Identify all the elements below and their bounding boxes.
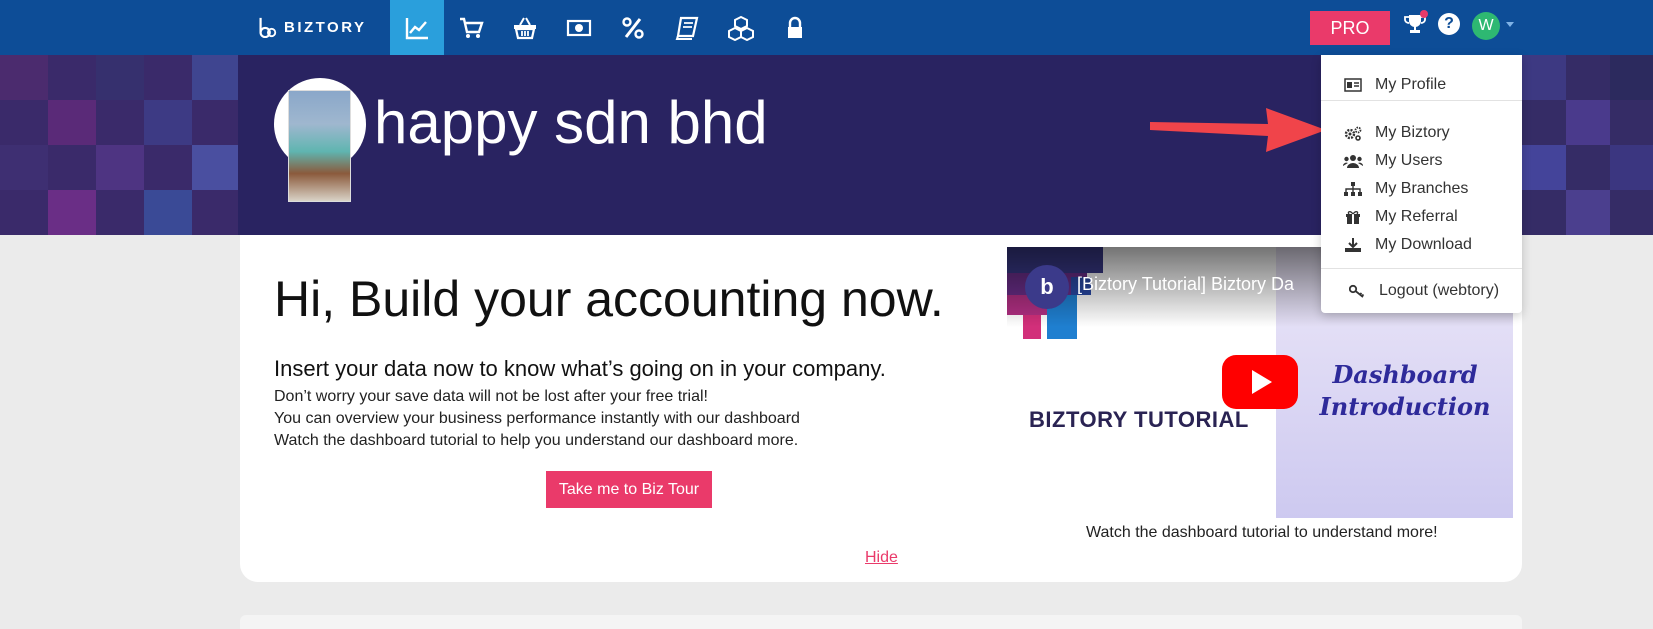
money-icon <box>566 19 592 36</box>
basket-icon <box>514 17 536 39</box>
id-card-icon <box>1343 77 1363 93</box>
welcome-line: You can overview your business performan… <box>274 410 800 427</box>
video-caption: Watch the dashboard tutorial to understa… <box>1086 524 1438 541</box>
nav-tax[interactable] <box>606 0 660 55</box>
cogs-icon <box>1343 125 1363 141</box>
menu-divider <box>1321 268 1522 269</box>
cubes-icon <box>728 15 754 41</box>
main-nav <box>390 0 822 55</box>
sitemap-icon <box>1343 181 1363 197</box>
welcome-headline: Hi, Build your accounting now. <box>274 271 944 327</box>
download-icon <box>1343 237 1363 253</box>
menu-item-label: My Users <box>1375 152 1443 169</box>
nav-banking[interactable] <box>552 0 606 55</box>
menu-item-my-users[interactable]: My Users <box>1321 147 1522 175</box>
nav-accounting[interactable] <box>660 0 714 55</box>
video-script-line: Dashboard <box>1332 360 1478 389</box>
brand-logo[interactable]: BIZTORY <box>256 15 367 39</box>
menu-item-my-biztory[interactable]: My Biztory <box>1321 119 1522 147</box>
video-script-text: Dashboard Introduction <box>1315 359 1495 423</box>
nav-inventory[interactable] <box>714 0 768 55</box>
book-icon <box>675 16 699 40</box>
user-avatar[interactable]: W <box>1472 12 1500 40</box>
banner-pattern-left <box>0 55 240 235</box>
welcome-line: Watch the dashboard tutorial to help you… <box>274 432 799 449</box>
video-script-line: Introduction <box>1319 392 1491 421</box>
nav-dashboard[interactable] <box>390 0 444 55</box>
red-arrow-annotation <box>1150 108 1326 152</box>
menu-item-label: My Branches <box>1375 180 1469 197</box>
biz-tour-button[interactable]: Take me to Biz Tour <box>546 471 712 508</box>
video-brand-text: BIZTORY TUTORIAL <box>1029 407 1249 432</box>
nav-locked[interactable] <box>768 0 822 55</box>
menu-item-logout[interactable]: Logout (webtory) <box>1321 277 1522 305</box>
user-dropdown-menu: My Profile My Biztory My Users My Branch… <box>1321 55 1522 313</box>
lock-icon <box>788 16 802 38</box>
menu-item-my-download[interactable]: My Download <box>1321 231 1522 259</box>
menu-item-label: My Referral <box>1375 208 1458 225</box>
chart-line-icon <box>405 17 428 39</box>
chevron-down-icon[interactable] <box>1506 22 1514 27</box>
menu-divider <box>1321 100 1522 101</box>
welcome-subhead: Insert your data now to know what’s goin… <box>274 356 886 381</box>
channel-logo-icon[interactable]: b <box>1025 265 1069 309</box>
company-name: happy sdn bhd <box>374 89 768 156</box>
percent-icon <box>622 16 644 39</box>
video-title[interactable]: [Biztory Tutorial] Biztory Da <box>1077 274 1294 295</box>
cart-icon <box>460 17 484 38</box>
biztory-logo-icon <box>259 17 277 38</box>
notification-dot <box>1420 10 1428 18</box>
menu-item-my-profile[interactable]: My Profile <box>1321 71 1522 99</box>
menu-item-my-branches[interactable]: My Branches <box>1321 175 1522 203</box>
menu-item-label: My Biztory <box>1375 124 1450 141</box>
play-button-icon[interactable] <box>1222 355 1298 409</box>
menu-item-my-referral[interactable]: My Referral <box>1321 203 1522 231</box>
company-photo[interactable] <box>288 90 351 202</box>
users-icon <box>1343 153 1363 169</box>
nav-purchase[interactable] <box>498 0 552 55</box>
help-icon[interactable]: ? <box>1438 13 1460 35</box>
brand-name: BIZTORY <box>284 18 367 36</box>
menu-item-label: My Profile <box>1375 76 1447 93</box>
gift-icon <box>1343 209 1363 225</box>
menu-item-label: Logout (webtory) <box>1379 282 1500 299</box>
banner-pattern-right <box>1522 55 1653 235</box>
pro-button[interactable]: PRO <box>1310 11 1390 45</box>
key-icon <box>1347 283 1367 299</box>
nav-sales[interactable] <box>444 0 498 55</box>
welcome-line: Don’t worry your save data will not be l… <box>274 388 708 405</box>
hide-link[interactable]: Hide <box>865 549 898 567</box>
menu-item-label: My Download <box>1375 236 1472 253</box>
next-card <box>240 615 1522 629</box>
top-navbar: BIZTORY PRO ? W <box>0 0 1653 55</box>
